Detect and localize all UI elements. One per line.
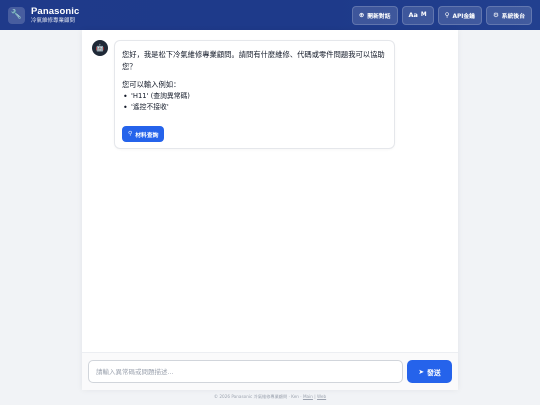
wrench-icon: 🔧 [8,6,25,24]
new-chat-button[interactable]: ⊕ 開新對話 [351,5,398,25]
send-label: 發送 [427,368,441,377]
footer-link-web[interactable]: Web [317,394,326,399]
gear-icon: ⚙ [492,10,499,19]
app-subtitle: 冷氣維修專業顧問 [31,17,76,24]
api-key-label: API金鑰 [452,13,475,20]
chat-panel: 🤖 您好，我是松下冷氣維修專業顧問。請問有什麼維修、代碼或零件問題我可以協助您？… [82,30,458,390]
app-title: Panasonic [31,5,80,17]
admin-button[interactable]: ⚙ 系統後台 [485,5,532,25]
list-item: '遙控不接收' [122,102,388,113]
font-size-button[interactable]: Aa M [401,5,434,25]
font-size-icon: Aa [408,10,418,19]
plus-circle-icon: ⊕ [358,10,365,19]
robot-icon: 🤖 [92,40,108,56]
new-chat-label: 開新對話 [367,13,391,20]
brand: Panasonic 冷氣維修專業顧問 [31,6,79,25]
bot-message: 您好，我是松下冷氣維修專業顧問。請問有什麼維修、代碼或零件問題我可以協助您？ 您… [114,40,395,149]
message-input[interactable] [88,360,403,383]
footer-link-main[interactable]: Main [303,394,313,399]
footer-text: © 2026 Panasonic 冷氣維修專業顧問 · Ken · [213,394,302,399]
list-item: 'H11' (查詢異常碼) [122,91,388,102]
search-icon: ⚲ [128,131,133,137]
hint-text: 您可以輸入例如： [122,80,181,89]
parts-search-button[interactable]: ⚲ 材料查詢 [122,126,165,142]
greeting-text: 您好，我是松下冷氣維修專業顧問。請問有什麼維修、代碼或零件問題我可以協助您？ [122,50,385,71]
font-size-label: M [420,12,427,18]
footer: © 2026 Panasonic 冷氣維修專業顧問 · Ken · Main |… [0,392,540,402]
send-icon: ➤ [418,367,425,376]
api-key-button[interactable]: ⚲ API金鑰 [437,5,482,25]
header-nav: ⊕ 開新對話 Aa M ⚲ API金鑰 ⚙ 系統後台 [351,5,532,25]
input-bar: ➤ 發送 [82,352,458,390]
admin-label: 系統後台 [501,13,525,20]
key-icon: ⚲ [444,10,450,19]
parts-search-label: 材料查詢 [135,132,159,139]
example-list: 'H11' (查詢異常碼) '遙控不接收' [122,91,388,113]
app-header: 🔧 Panasonic 冷氣維修專業顧問 ⊕ 開新對話 Aa M ⚲ API金鑰… [0,0,540,30]
send-button[interactable]: ➤ 發送 [407,360,452,383]
